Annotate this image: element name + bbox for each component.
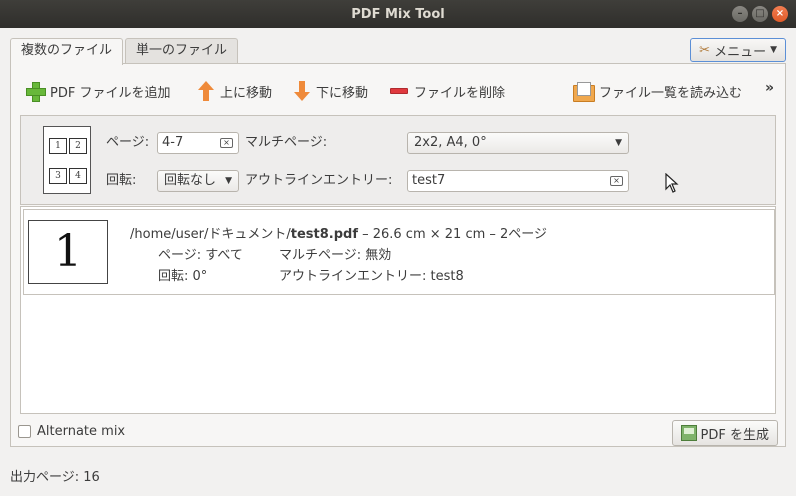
move-up-label: 上に移動 (220, 85, 273, 101)
tab-bar: 複数のファイル 単一のファイル (10, 38, 240, 65)
arrow-down-icon (294, 81, 310, 101)
move-up-button[interactable]: 上に移動 (198, 80, 272, 102)
file-outline-entry: アウトラインエントリー: test8 (279, 269, 464, 284)
file-info-line: /home/user/ドキュメント/test8.pdf – 26.6 cm × … (130, 223, 547, 242)
tools-icon: ✂ (699, 42, 711, 58)
folder-icon (573, 82, 595, 102)
minus-icon (390, 88, 408, 94)
add-pdf-label: PDF ファイルを追加 (50, 85, 171, 101)
window-controls: – □ × (732, 6, 788, 22)
pages-value: 4-7 (162, 135, 184, 150)
thumb-cell: 2 (69, 138, 87, 154)
multipage-select[interactable]: 2x2, A4, 0° ▼ (407, 132, 629, 154)
menu-button[interactable]: ✂ メニュー ▼ (690, 38, 786, 62)
title-bar: PDF Mix Tool – □ × (0, 0, 796, 28)
thumb-cell: 1 (49, 138, 67, 154)
alternate-mix-label: Alternate mix (37, 424, 126, 439)
add-pdf-button[interactable]: PDF ファイルを追加 (26, 80, 170, 102)
load-file-list-button[interactable]: ファイル一覧を読み込む (573, 80, 742, 102)
file-pages: ページ: すべて (158, 248, 243, 263)
app-window: PDF Mix Tool – □ × 複数のファイル 単一のファイル ✂ メニュ… (0, 0, 796, 496)
remove-file-button[interactable]: ファイルを削除 (390, 80, 505, 102)
mouse-cursor-icon (665, 173, 679, 193)
rotation-label: 回転: (106, 173, 137, 188)
arrow-up-icon (198, 81, 214, 101)
checkbox-icon[interactable] (18, 425, 31, 438)
multipage-thumbnail: 1 2 3 4 (43, 126, 91, 194)
alternate-mix-checkbox[interactable]: Alternate mix (18, 424, 125, 439)
file-thumbnail: 1 (28, 220, 108, 284)
minimize-icon[interactable]: – (732, 6, 748, 22)
file-path: /home/user/ドキュメント/ (130, 227, 291, 242)
chevron-down-icon: ▼ (225, 176, 232, 186)
file-list[interactable]: 1 /home/user/ドキュメント/test8.pdf – 26.6 cm … (20, 206, 776, 414)
overflow-chevron-icon[interactable]: » (765, 80, 774, 96)
tab-multiple-files[interactable]: 複数のファイル (10, 38, 124, 65)
maximize-icon[interactable]: □ (752, 6, 768, 22)
toolbar: PDF ファイルを追加 上に移動 下に移動 ファイルを削除 ファイル一覧を読み込… (26, 80, 776, 102)
thumb-cell: 4 (69, 168, 87, 184)
generate-pdf-button[interactable]: PDF を生成 (671, 420, 778, 446)
move-down-button[interactable]: 下に移動 (294, 80, 368, 102)
generate-pdf-label: PDF を生成 (700, 427, 769, 443)
outline-entry-label: アウトラインエントリー: (245, 173, 393, 188)
chevron-down-icon: ▼ (615, 138, 622, 148)
file-multipage: マルチページ: 無効 (279, 248, 392, 263)
clear-icon[interactable]: × (610, 176, 623, 186)
window-title: PDF Mix Tool (351, 6, 445, 22)
clear-icon[interactable]: × (220, 138, 233, 148)
file-rotation: 回転: 0° (158, 269, 208, 284)
multipage-label: マルチページ: (245, 135, 328, 150)
chevron-down-icon: ▼ (770, 45, 777, 55)
rotation-select[interactable]: 回転なし ▼ (157, 170, 239, 192)
plus-icon (26, 82, 46, 102)
move-down-label: 下に移動 (316, 85, 369, 101)
file-name: test8.pdf (290, 227, 358, 242)
pages-input[interactable]: 4-7 × (157, 132, 239, 154)
outline-entry-input[interactable]: test7 × (407, 170, 629, 192)
status-bar: 出力ページ: 16 (10, 470, 100, 485)
menu-label: メニュー (714, 44, 767, 60)
list-item[interactable]: 1 /home/user/ドキュメント/test8.pdf – 26.6 cm … (23, 209, 775, 295)
load-file-list-label: ファイル一覧を読み込む (599, 85, 743, 101)
pages-label: ページ: (106, 135, 150, 150)
thumb-cell: 3 (49, 168, 67, 184)
rotation-value: 回転なし (164, 173, 217, 188)
multipage-value: 2x2, A4, 0° (414, 135, 487, 150)
file-size-info: – 26.6 cm × 21 cm – 2ページ (357, 227, 548, 242)
remove-file-label: ファイルを削除 (414, 85, 506, 101)
outline-entry-value: test7 (412, 173, 446, 188)
pdf-image-icon (680, 425, 697, 441)
file-editor-panel: 1 2 3 4 ページ: 4-7 × マルチページ: 2x2, A4, 0° ▼… (20, 115, 776, 205)
tab-single-file[interactable]: 単一のファイル (125, 38, 239, 64)
close-icon[interactable]: × (772, 6, 788, 22)
